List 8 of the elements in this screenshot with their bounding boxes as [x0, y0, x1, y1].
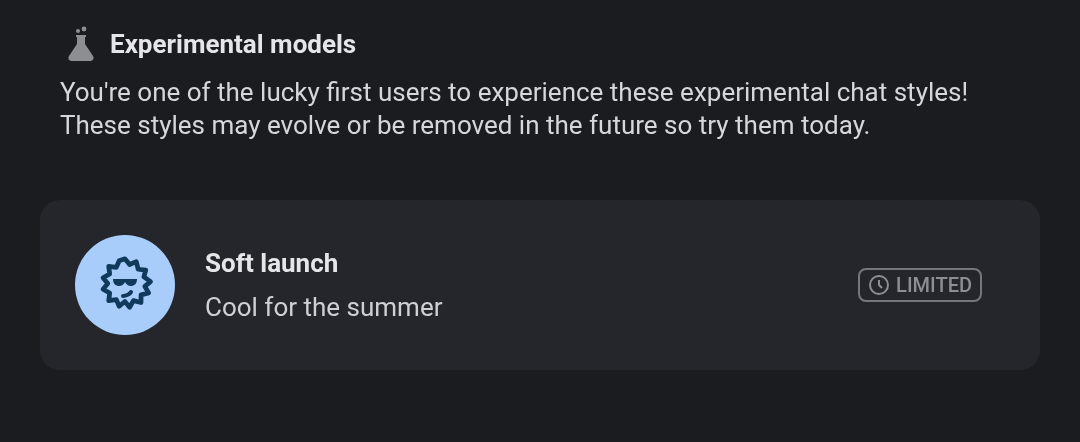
badge-label: LIMITED — [896, 273, 972, 297]
model-card[interactable]: Soft launch Cool for the summer LIMITED — [40, 200, 1040, 370]
section-title: Experimental models — [110, 29, 357, 59]
model-name: Soft launch — [205, 248, 340, 278]
model-tagline: Cool for the summer — [205, 292, 444, 322]
flask-icon — [66, 26, 96, 62]
section-description: You're one of the lucky first users to experience these experimental chat styles! These styles may evolve or be removed in the future so try them today. — [60, 76, 970, 142]
clock-icon — [868, 274, 891, 296]
